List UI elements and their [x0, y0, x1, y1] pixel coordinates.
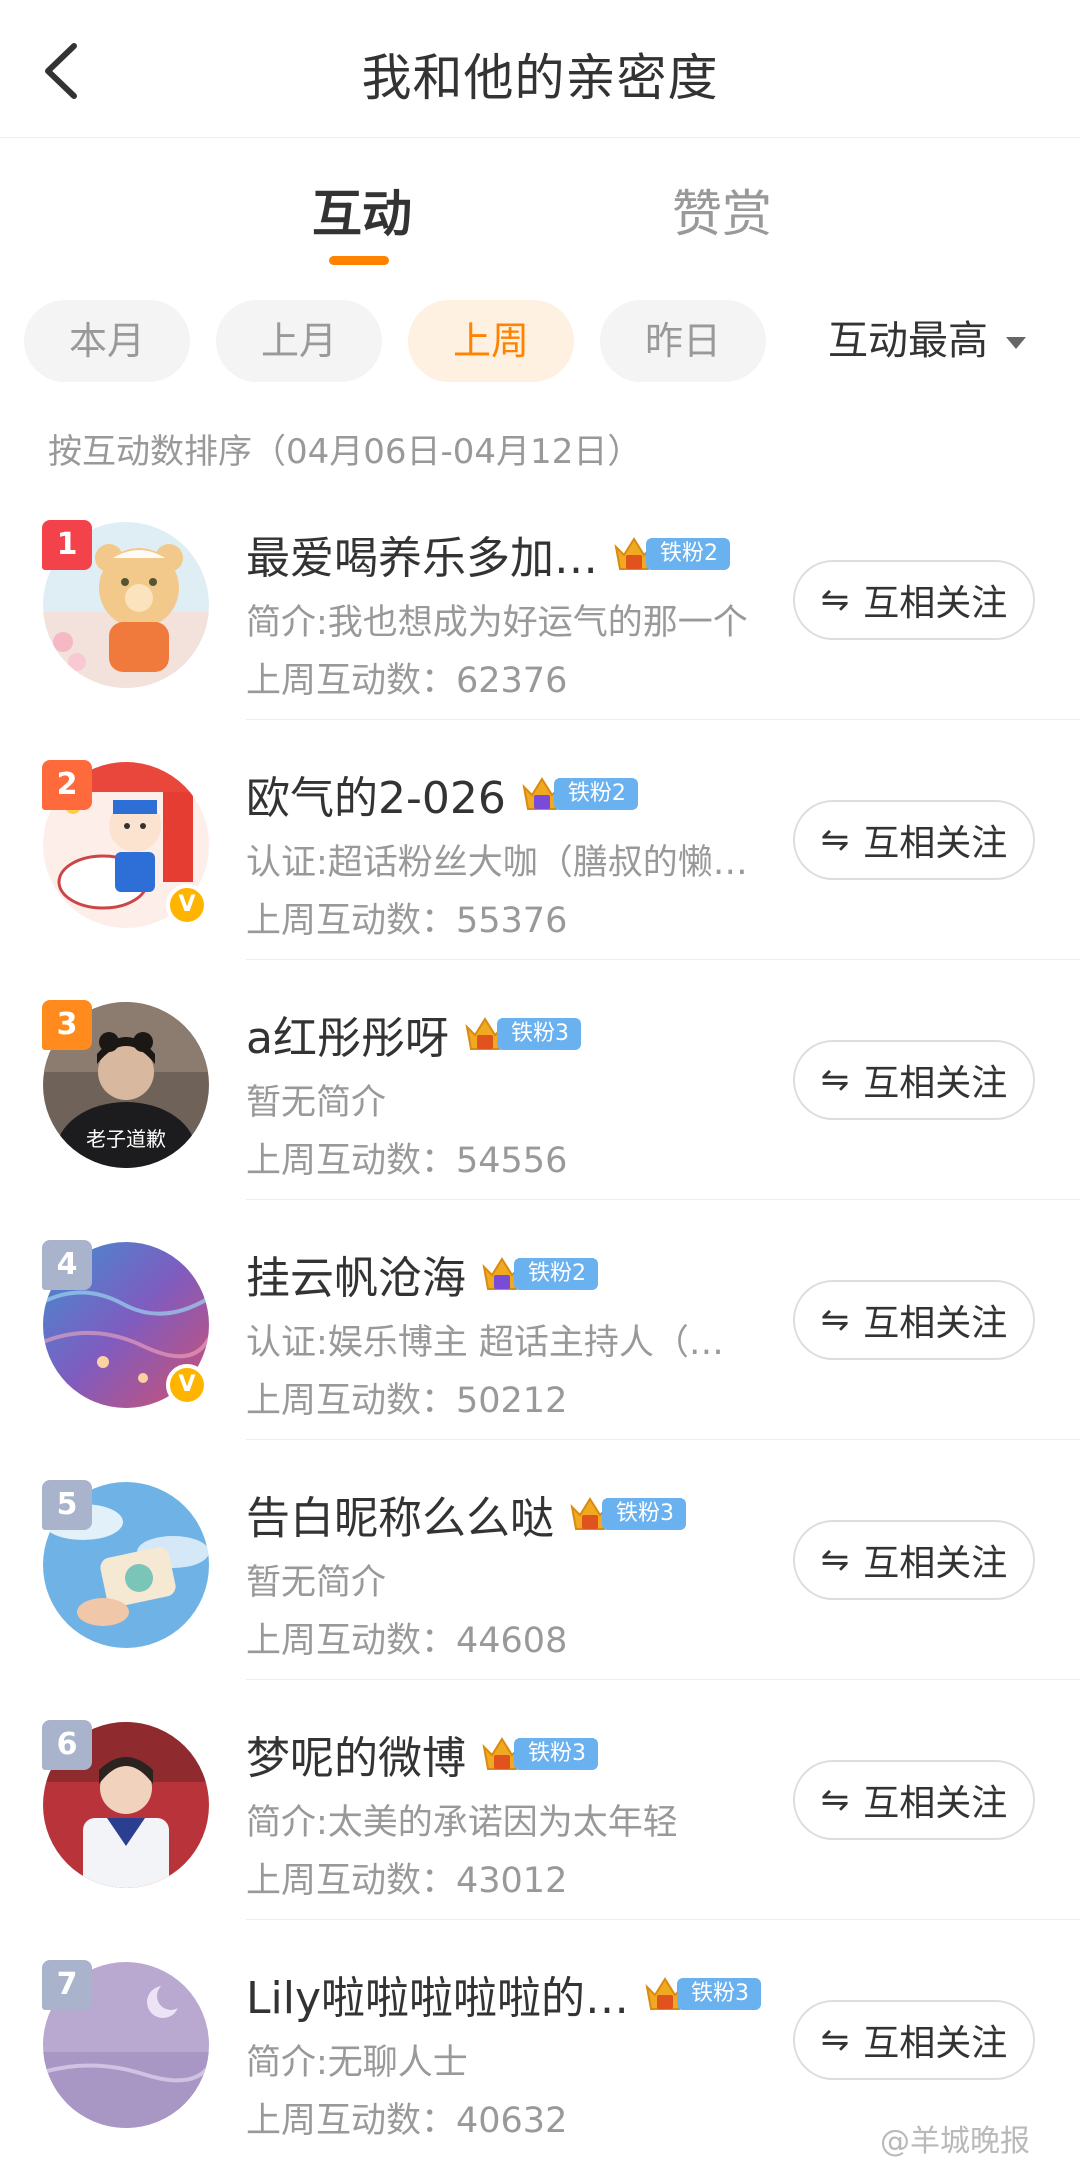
mutual-follow-button[interactable]: ⇋ 互相关注	[793, 1040, 1035, 1120]
name-line: Lily啦啦啦啦啦的… 铁粉3	[246, 1962, 762, 2026]
mutual-follow-label: 互相关注	[863, 1783, 1008, 1824]
fan-badge-label: 铁粉2	[514, 1258, 598, 1290]
fan-badge: 铁粉3	[568, 1493, 686, 1535]
interaction-count: 上周互动数：44608	[246, 1621, 568, 1661]
swap-arrows-icon: ⇋	[820, 2020, 850, 2060]
list-item[interactable]: 5 告白昵称么么哒 铁粉3 暂无简介 上周互动数：44608 ⇋ 互相关注	[0, 1440, 1080, 1680]
sort-dropdown[interactable]: 互动最高	[828, 300, 1026, 382]
sort-description: 按互动数排序（04月06日-04月12日）	[48, 432, 642, 472]
fan-badge-label: 铁粉2	[646, 538, 730, 570]
swap-arrows-icon: ⇋	[820, 820, 850, 860]
mutual-follow-button[interactable]: ⇋ 互相关注	[793, 1760, 1035, 1840]
rank-badge: 3	[42, 1000, 92, 1050]
swap-arrows-icon: ⇋	[820, 1540, 850, 1580]
user-name[interactable]: 告白昵称么么哒	[246, 1482, 554, 1546]
fan-badge: 铁粉2	[612, 533, 730, 575]
top-bar: 我和他的亲密度	[0, 0, 1080, 138]
sort-dropdown-label: 互动最高	[828, 318, 988, 364]
mutual-follow-label: 互相关注	[863, 1063, 1008, 1104]
mutual-follow-label: 互相关注	[863, 583, 1008, 624]
fan-badge: 铁粉3	[480, 1733, 598, 1775]
user-bio: 简介:太美的承诺因为太年轻	[246, 1803, 678, 1843]
interaction-count: 上周互动数：54556	[246, 1141, 568, 1181]
caret-down-icon	[1006, 337, 1026, 349]
filter-this-month[interactable]: 本月	[24, 300, 190, 382]
name-line: 告白昵称么么哒 铁粉3	[246, 1484, 686, 1544]
interaction-count: 上周互动数：40632	[246, 2101, 568, 2141]
rank-badge: 1	[42, 520, 92, 570]
filter-last-month[interactable]: 上月	[216, 300, 382, 382]
mutual-follow-button[interactable]: ⇋ 互相关注	[793, 1520, 1035, 1600]
verified-badge-icon: V	[166, 884, 208, 926]
fan-badge: 铁粉2	[520, 773, 638, 815]
user-name[interactable]: 最爱喝养乐多加…	[246, 522, 598, 586]
user-name[interactable]: Lily啦啦啦啦啦的…	[246, 1962, 629, 2026]
rank-badge: 7	[42, 1960, 92, 2010]
mutual-follow-label: 互相关注	[863, 1543, 1008, 1584]
interaction-count: 上周互动数：62376	[246, 661, 568, 701]
name-line: 最爱喝养乐多加… 铁粉2	[246, 524, 730, 584]
fan-badge-label: 铁粉3	[602, 1498, 686, 1530]
mutual-follow-button[interactable]: ⇋ 互相关注	[793, 1280, 1035, 1360]
user-bio: 暂无简介	[246, 1083, 387, 1123]
name-line: a红彤彤呀 铁粉3	[246, 1004, 581, 1064]
mutual-follow-button[interactable]: ⇋ 互相关注	[793, 2000, 1035, 2080]
rank-badge: 4	[42, 1240, 92, 1290]
fan-badge: 铁粉3	[463, 1013, 581, 1055]
filter-last-week[interactable]: 上周	[408, 300, 574, 382]
user-name[interactable]: 挂云帆沧海	[246, 1242, 466, 1306]
mutual-follow-button[interactable]: ⇋ 互相关注	[793, 560, 1035, 640]
tab-reward[interactable]: 赞赏	[672, 174, 772, 246]
mutual-follow-label: 互相关注	[863, 1303, 1008, 1344]
swap-arrows-icon: ⇋	[820, 1060, 850, 1100]
list-item[interactable]: 6 梦呢的微博 铁粉3 简介:太美的承诺因为太年轻 上周互动数：43012 ⇋ 互…	[0, 1680, 1080, 1920]
interaction-count: 上周互动数：50212	[246, 1381, 568, 1421]
user-bio: 认证:超话粉丝大咖（膳叔的懒…	[246, 843, 748, 883]
tab-interaction[interactable]: 互动	[312, 174, 412, 246]
filter-yesterday[interactable]: 昨日	[600, 300, 766, 382]
swap-arrows-icon: ⇋	[820, 1780, 850, 1820]
user-bio: 简介:我也想成为好运气的那一个	[246, 603, 748, 643]
list-item[interactable]: 4 V 挂云帆沧海 铁粉2 认证:娱乐博主 超话主持人（… 上周互动数：5021…	[0, 1200, 1080, 1440]
list-item[interactable]: 1 最爱喝养乐多加… 铁粉2 简介:我也想成为好运气的那一个 上周互动数：623…	[0, 480, 1080, 720]
page-title: 我和他的亲密度	[361, 49, 719, 107]
user-bio: 认证:娱乐博主 超话主持人（…	[246, 1323, 724, 1363]
fan-badge-label: 铁粉2	[553, 778, 638, 810]
name-line: 欧气的2-026 铁粉2	[246, 764, 638, 824]
mutual-follow-button[interactable]: ⇋ 互相关注	[793, 800, 1035, 880]
fan-badge: 铁粉3	[643, 1973, 762, 2015]
rank-badge: 5	[42, 1480, 92, 1530]
user-bio: 暂无简介	[246, 1563, 387, 1603]
user-bio: 简介:无聊人士	[246, 2043, 468, 2083]
interaction-count: 上周互动数：55376	[246, 901, 568, 941]
user-name[interactable]: 梦呢的微博	[246, 1722, 466, 1786]
swap-arrows-icon: ⇋	[820, 1300, 850, 1340]
active-tab-indicator	[329, 256, 389, 265]
page: 我和他的亲密度 互动 赞赏 本月 上月 上周 昨日 互动最高 按互动数排序（04…	[0, 0, 1080, 2166]
watermark: @羊城晚报	[880, 2124, 1030, 2159]
avatar-caption: 老子道歉	[86, 1127, 166, 1151]
user-name[interactable]: a红彤彤呀	[246, 1002, 449, 1066]
list-item[interactable]: 老子道歉 3 a红彤彤呀 铁粉3 暂无简介 上周互动数：54556 ⇋ 互相关注	[0, 960, 1080, 1200]
fan-badge-label: 铁粉3	[496, 1018, 581, 1050]
fan-badge: 铁粉2	[480, 1253, 598, 1295]
swap-arrows-icon: ⇋	[820, 580, 850, 620]
name-line: 梦呢的微博 铁粉3	[246, 1724, 598, 1784]
user-name[interactable]: 欧气的2-026	[246, 762, 506, 826]
rank-badge: 2	[42, 760, 92, 810]
fan-badge-label: 铁粉3	[677, 1978, 762, 2010]
interaction-count: 上周互动数：43012	[246, 1861, 568, 1901]
verified-badge-icon: V	[166, 1364, 208, 1406]
list-item[interactable]: 2 V 欧气的2-026 铁粉2 认证:超话粉丝大咖（膳叔的懒… 上周互动数：5…	[0, 720, 1080, 960]
mutual-follow-label: 互相关注	[863, 823, 1008, 864]
mutual-follow-label: 互相关注	[863, 2023, 1008, 2064]
name-line: 挂云帆沧海 铁粉2	[246, 1244, 598, 1304]
rank-badge: 6	[42, 1720, 92, 1770]
fan-badge-label: 铁粉3	[514, 1738, 598, 1770]
